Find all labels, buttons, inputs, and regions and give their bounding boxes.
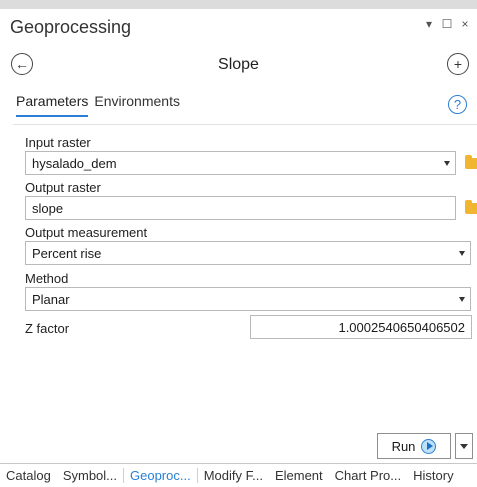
chevron-down-icon[interactable] (459, 297, 465, 302)
output-raster-field[interactable]: slope (25, 196, 456, 220)
output-raster-label: Output raster (25, 180, 101, 195)
tool-header: ← Slope + (0, 50, 477, 82)
pane-header: Geoprocessing ▾ ☐ × (0, 9, 477, 45)
tool-title: Slope (218, 56, 259, 73)
play-icon (421, 438, 437, 454)
output-raster-value: slope (32, 200, 64, 216)
tab-history[interactable]: History (407, 468, 459, 483)
run-options-dropdown[interactable] (455, 433, 473, 459)
pane-controls: ▾ ☐ × (423, 17, 471, 31)
input-raster-label: Input raster (25, 135, 91, 150)
input-raster-field[interactable]: hysalado_dem (25, 151, 456, 175)
output-measurement-select[interactable]: Percent rise (25, 241, 471, 265)
tab-element[interactable]: Element (269, 468, 329, 483)
pane-top-strip (0, 0, 477, 9)
z-factor-label: Z factor (25, 321, 70, 336)
folder-browse-icon[interactable] (465, 155, 477, 169)
tab-catalog[interactable]: Catalog (0, 468, 57, 483)
parameters-form: Input raster hysalado_dem Output raster … (13, 124, 477, 429)
chevron-down-icon[interactable] (444, 161, 450, 166)
input-raster-value: hysalado_dem (32, 155, 117, 171)
tab-environments[interactable]: Environments (94, 93, 180, 117)
help-icon[interactable]: ? (448, 95, 467, 114)
run-label: Run (391, 438, 416, 454)
pane-title: Geoprocessing (10, 16, 132, 37)
bottom-pane-tabs: Catalog Symbol... Geoproc... Modify F...… (0, 463, 477, 487)
z-factor-input[interactable]: 1.0002540650406502 (250, 315, 472, 339)
tab-symbology[interactable]: Symbol... (57, 468, 123, 483)
output-measurement-value: Percent rise (32, 245, 102, 261)
tool-tabs: Parameters Environments (16, 93, 180, 117)
restore-icon[interactable]: ☐ (441, 17, 453, 31)
tab-chart-properties[interactable]: Chart Pro... (329, 468, 407, 483)
chevron-down-icon[interactable] (459, 251, 465, 256)
tab-parameters[interactable]: Parameters (16, 93, 89, 117)
tab-modify-features[interactable]: Modify F... (198, 468, 269, 483)
pin-dropdown-icon[interactable]: ▾ (423, 17, 435, 31)
close-icon[interactable]: × (459, 17, 471, 31)
method-select[interactable]: Planar (25, 287, 471, 311)
method-label: Method (25, 271, 69, 286)
chevron-down-icon (460, 443, 468, 449)
output-measurement-label: Output measurement (25, 225, 148, 240)
folder-browse-icon[interactable] (465, 200, 477, 214)
add-plus-icon[interactable]: + (447, 53, 469, 75)
method-value: Planar (32, 291, 70, 307)
tab-geoprocessing[interactable]: Geoproc... (123, 468, 198, 483)
run-button[interactable]: Run (377, 433, 451, 459)
